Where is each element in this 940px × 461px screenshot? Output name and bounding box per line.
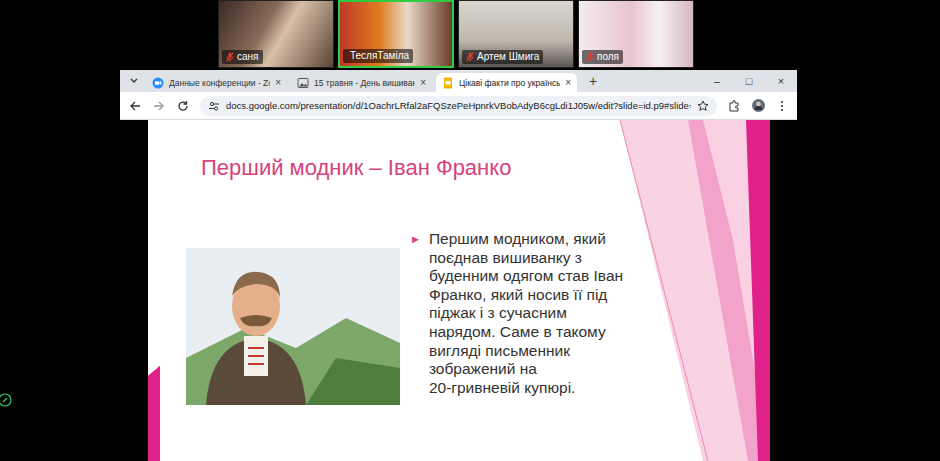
- mic-status: [226, 52, 234, 62]
- zoom-favicon-icon: [152, 77, 164, 89]
- forward-button[interactable]: [152, 99, 166, 113]
- tab-favicon: [152, 77, 164, 89]
- arrow-right-icon: [153, 100, 165, 112]
- text-line: вигляді письменник: [429, 342, 623, 361]
- menu-button[interactable]: [775, 99, 789, 113]
- kebab-menu-icon: [776, 100, 788, 112]
- tab-title: Данные конференции - Zoom: [169, 78, 270, 88]
- avatar-icon: [752, 99, 765, 112]
- site-info-icon: [208, 100, 220, 112]
- window-controls: –□×: [701, 70, 797, 92]
- image-favicon-icon: [297, 77, 309, 89]
- tab-search-button[interactable]: [126, 72, 142, 90]
- url-text: docs.google.com/presentation/d/1OachrLRf…: [226, 100, 691, 111]
- slide-body: ►Першим модником, якийпоєднав вишиванку …: [186, 230, 770, 405]
- text-line: Франко, який носив її під: [429, 286, 623, 305]
- text-line: буденним одягом став Іван: [429, 267, 623, 286]
- participant-label: ТесляТаміла: [343, 49, 413, 63]
- profile-button[interactable]: [751, 99, 765, 113]
- text-line: 20-гривневій купюрі.: [429, 379, 623, 398]
- bullet-text: Першим модником, якийпоєднав вишиванку з…: [429, 230, 623, 405]
- annotation-tool[interactable]: [0, 392, 14, 408]
- tab-close-button[interactable]: ×: [275, 77, 281, 88]
- tab-title: 15 травня - День вишиванки: [314, 78, 415, 88]
- participant-tile[interactable]: ТесляТаміла: [338, 0, 454, 68]
- muted-mic-icon: [226, 52, 234, 62]
- chevron-down-icon: [130, 78, 138, 84]
- tab-bar: Данные конференции - Zoom×15 травня - Де…: [120, 70, 797, 92]
- text-line: нарядом. Саме в такому: [429, 323, 623, 342]
- mic-status: [586, 52, 594, 62]
- close-button[interactable]: ×: [765, 70, 797, 92]
- reload-icon: [177, 100, 189, 112]
- participant-name: ТесляТаміла: [350, 50, 409, 62]
- video-strip: саня ТесляТаміла Артем Шмига поля: [0, 0, 940, 68]
- portrait-illustration-icon: [186, 248, 400, 405]
- tab-title: Цікаві факти про українські ві: [459, 78, 560, 88]
- browser-tab[interactable]: Данные конференции - Zoom ×: [146, 73, 287, 92]
- browser-tab[interactable]: 15 травня - День вишиванки ×: [291, 73, 432, 92]
- text-line: поєднав вишиванку з: [429, 249, 623, 268]
- extensions-button[interactable]: [727, 99, 741, 113]
- muted-mic-icon: [466, 52, 474, 62]
- text-line: зображений на: [429, 360, 623, 379]
- arrow-left-icon: [129, 100, 141, 112]
- text-line: піджак і з сучасним: [429, 304, 623, 323]
- minimize-button[interactable]: –: [701, 70, 733, 92]
- tab-close-button[interactable]: ×: [420, 77, 426, 88]
- slide: Перший модник – Іван Франко►Першим модни…: [148, 120, 770, 461]
- text-line: Першим модником, який: [429, 230, 623, 249]
- participant-label: саня: [222, 50, 263, 64]
- participant-label: Артем Шмига: [462, 50, 543, 64]
- slides-favicon-icon: [442, 77, 454, 89]
- puzzle-icon: [728, 100, 740, 112]
- participant-tile[interactable]: саня: [218, 0, 334, 68]
- bullet-marker: ►: [410, 230, 421, 405]
- bullet-item: ►Першим модником, якийпоєднав вишиванку …: [410, 230, 623, 405]
- participant-name: поля: [597, 51, 619, 63]
- tab-close-button[interactable]: ×: [565, 77, 571, 88]
- star-icon[interactable]: [697, 100, 709, 112]
- reload-button[interactable]: [176, 99, 190, 113]
- participant-name: саня: [237, 51, 259, 63]
- participant-tile[interactable]: Артем Шмига: [458, 0, 574, 68]
- slide-title: Перший модник – Іван Франко: [201, 154, 770, 182]
- participant-label: поля: [582, 50, 623, 64]
- participant-name: Артем Шмига: [477, 51, 539, 63]
- muted-mic-icon: [586, 52, 594, 62]
- portrait-picture: [186, 248, 400, 405]
- browser-window: Данные конференции - Zoom×15 травня - Де…: [120, 70, 797, 461]
- mic-status: [466, 52, 474, 62]
- address-bar[interactable]: docs.google.com/presentation/d/1OachrLRf…: [200, 96, 717, 116]
- new-tab-button[interactable]: +: [581, 73, 605, 89]
- pen-icon: [0, 392, 14, 408]
- browser-tab[interactable]: Цікаві факти про українські ві ×: [436, 73, 577, 92]
- maximize-button[interactable]: □: [733, 70, 765, 92]
- tab-favicon: [442, 77, 454, 89]
- toolbar: docs.google.com/presentation/d/1OachrLRf…: [120, 92, 797, 120]
- back-button[interactable]: [128, 99, 142, 113]
- participant-tile[interactable]: поля: [578, 0, 694, 68]
- tab-favicon: [297, 77, 309, 89]
- presentation-area: Перший модник – Іван Франко►Першим модни…: [120, 120, 797, 461]
